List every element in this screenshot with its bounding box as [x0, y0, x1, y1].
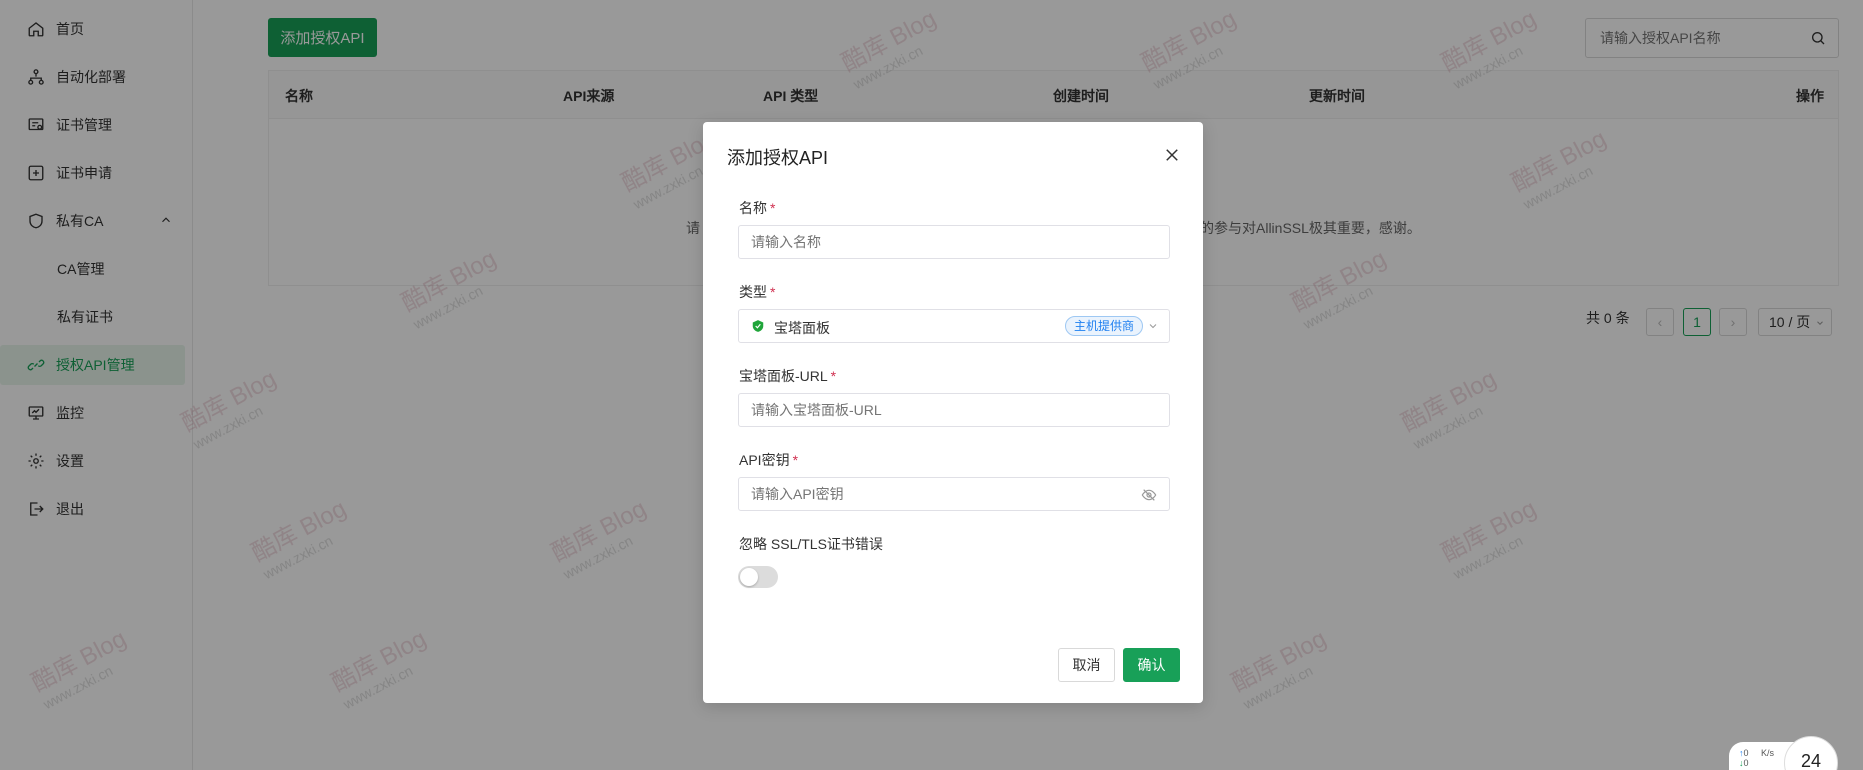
- api-key-input[interactable]: [739, 478, 1169, 510]
- provider-tag: 主机提供商: [1064, 316, 1143, 336]
- api-key-label: API密钥 *: [739, 452, 799, 468]
- chevron-down-icon: [1149, 324, 1157, 329]
- confirm-button[interactable]: 确认: [1123, 648, 1180, 682]
- baota-logo-icon: [752, 320, 764, 332]
- add-api-dialog: 添加授权API 名称* 类型* 宝塔面板 主机提供商 宝塔面板-URL* API…: [703, 122, 1203, 703]
- ignore-ssl-toggle[interactable]: [738, 566, 778, 588]
- close-icon[interactable]: [1163, 146, 1181, 164]
- url-label: 宝塔面板-URL *: [739, 368, 837, 384]
- url-input[interactable]: [739, 394, 1169, 426]
- cancel-button[interactable]: 取消: [1058, 648, 1115, 682]
- name-field: [738, 225, 1170, 259]
- url-field: [738, 393, 1170, 427]
- name-label: 名称 *: [739, 200, 776, 216]
- toggle-knob: [740, 568, 758, 586]
- type-selected-value: 宝塔面板: [774, 320, 830, 336]
- eye-off-icon[interactable]: [1141, 487, 1157, 503]
- dialog-title: 添加授权API: [727, 148, 829, 168]
- name-input[interactable]: [739, 226, 1169, 258]
- ignore-ssl-label: 忽略 SSL/TLS证书错误: [739, 536, 883, 552]
- type-select[interactable]: 宝塔面板 主机提供商: [738, 309, 1170, 343]
- type-label: 类型 *: [739, 284, 776, 300]
- api-key-field: [738, 477, 1170, 511]
